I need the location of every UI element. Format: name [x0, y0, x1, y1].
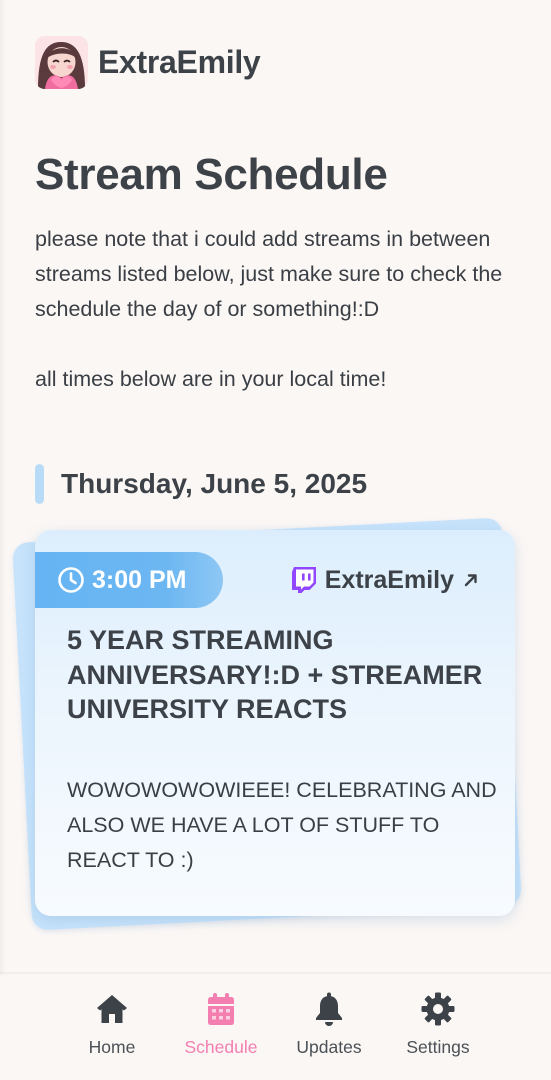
- tab-updates[interactable]: Updates: [279, 991, 379, 1058]
- home-icon: [97, 995, 127, 1023]
- twitch-icon: [291, 566, 317, 594]
- tab-settings[interactable]: Settings: [388, 991, 488, 1058]
- page-title: Stream Schedule: [35, 150, 388, 199]
- date-heading: Thursday, June 5, 2025: [35, 464, 367, 504]
- schedule-page: ExtraEmily Stream Schedule please note t…: [0, 0, 551, 1080]
- external-link-icon: [463, 572, 479, 588]
- channel-name: ExtraEmily: [324, 565, 454, 594]
- stream-title: 5 YEAR STREAMING ANNIVERSARY!:D + STREAM…: [67, 625, 483, 724]
- schedule-note: please note that i could add streams in …: [35, 222, 515, 397]
- bottom-tab-bar: Home Schedule Updates Settings: [0, 975, 551, 1080]
- clock-icon: [57, 566, 85, 594]
- tab-label: Schedule: [184, 1037, 258, 1057]
- tab-label: Home: [88, 1037, 136, 1057]
- date-accent-bar: [35, 464, 44, 504]
- tab-home[interactable]: Home: [62, 991, 162, 1058]
- app-header: ExtraEmily: [35, 35, 261, 89]
- edge-shadow: [0, 0, 6, 975]
- bell-icon: [316, 992, 342, 1026]
- date-label: Thursday, June 5, 2025: [61, 468, 368, 499]
- channel-link[interactable]: ExtraEmily: [291, 564, 479, 596]
- emily-avatar-icon: [35, 35, 88, 89]
- calendar-icon: [208, 993, 234, 1025]
- note-line: all times below are in your local time!: [35, 367, 387, 391]
- brand-name: ExtraEmily: [98, 43, 261, 80]
- tab-schedule[interactable]: Schedule: [171, 991, 271, 1058]
- time-badge: 3:00 PM: [35, 552, 223, 608]
- stream-card[interactable]: 3:00 PM ExtraEmily 5 YEAR STREAMING ANNI…: [35, 530, 515, 916]
- note-line: please note that i could add streams in …: [35, 227, 503, 321]
- tab-label: Settings: [406, 1037, 470, 1057]
- gear-icon: [421, 992, 455, 1026]
- stream-time: 3:00 PM: [92, 565, 187, 594]
- stream-description: WOWOWOWOWIEEE! CELEBRATING AND ALSO WE H…: [67, 778, 497, 872]
- tab-label: Updates: [296, 1037, 362, 1057]
